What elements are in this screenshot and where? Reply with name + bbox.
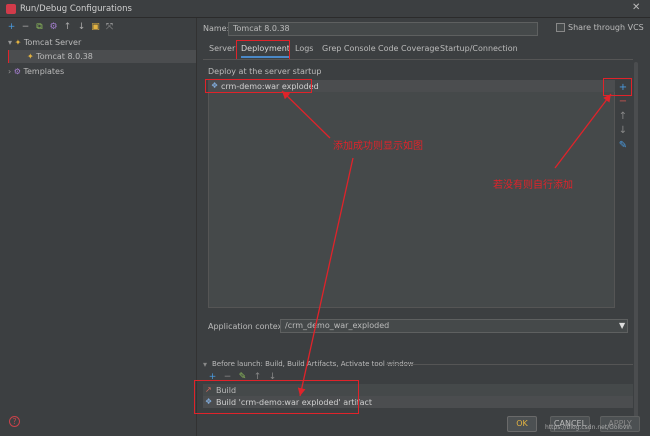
annotation-arrows (281, 90, 612, 397)
arrow-to-artifact (281, 90, 331, 139)
arrow-to-add-button (554, 93, 612, 169)
annotation-right: 若没有则自行添加 (493, 180, 573, 191)
arrow-to-before-launch (297, 157, 354, 397)
annotation-center: 添加成功则显示如图 (333, 141, 423, 152)
